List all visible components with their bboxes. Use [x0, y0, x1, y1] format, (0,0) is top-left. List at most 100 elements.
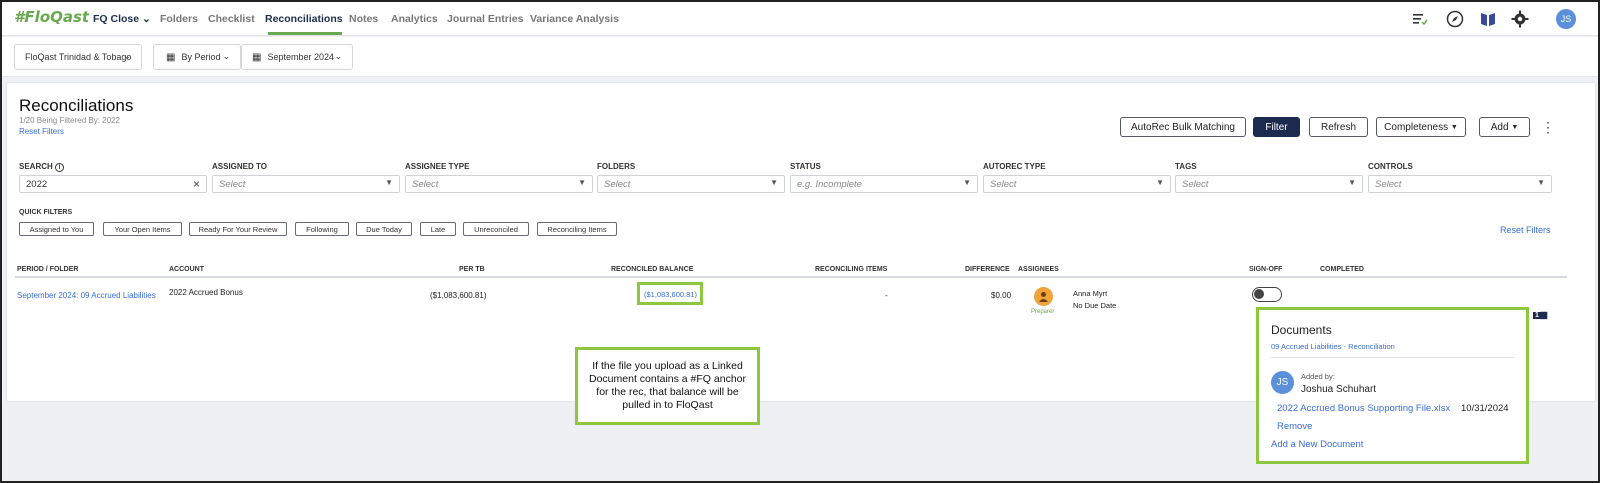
- quick-filter-your-open-items[interactable]: Your Open Items: [103, 222, 182, 236]
- col-reconciling-items[interactable]: Reconciling Items: [815, 266, 887, 273]
- top-nav: #FloQast FQ Close ⌄ Folders Checklist Re…: [2, 2, 1598, 36]
- add-new-document-link[interactable]: Add a New Document: [1271, 439, 1363, 450]
- status-select[interactable]: e.g. Incomplete ▼: [790, 175, 978, 193]
- quick-filters-label: Quick Filters: [19, 209, 73, 216]
- more-options-icon[interactable]: ⋮: [1541, 119, 1555, 136]
- add-dropdown[interactable]: Add ▼: [1479, 117, 1530, 137]
- nav-checklist[interactable]: Checklist: [208, 13, 255, 25]
- remove-document-link[interactable]: Remove: [1277, 421, 1312, 432]
- reset-filters-right-link[interactable]: Reset Filters: [1500, 225, 1551, 235]
- autorec-bulk-matching-button[interactable]: AutoRec Bulk Matching: [1120, 117, 1246, 137]
- compass-icon[interactable]: [1445, 9, 1465, 29]
- documents-title: Documents: [1271, 323, 1332, 337]
- workspace-switcher[interactable]: FQ Close ⌄: [93, 13, 151, 25]
- row-account: 2022 Accrued Bonus: [169, 288, 243, 297]
- quick-filter-due-today[interactable]: Due Today: [356, 222, 412, 236]
- caret-down-icon: ▼: [1511, 123, 1519, 131]
- tasks-icon[interactable]: [1410, 9, 1430, 29]
- documents-subtitle-link[interactable]: 09 Accrued Liabilities - Reconciliation: [1271, 342, 1395, 351]
- annotation-callout: If the file you upload as a Linked Docum…: [575, 347, 760, 425]
- nav-notes[interactable]: Notes: [349, 13, 378, 25]
- caret-down-icon: ▼: [1156, 178, 1164, 187]
- controls-select[interactable]: Select ▼: [1368, 175, 1552, 193]
- document-file-link[interactable]: 2022 Accrued Bonus Supporting File.xlsx: [1277, 403, 1450, 414]
- clear-icon[interactable]: ×: [193, 177, 200, 191]
- add-label: Add: [1490, 121, 1509, 133]
- document-icon[interactable]: 1 ▆: [1533, 310, 1547, 319]
- period-mode-select[interactable]: ▦ By Period ⌄: [153, 44, 241, 70]
- col-reconciled-balance[interactable]: Reconciled Balance: [611, 266, 693, 273]
- uploader-avatar: JS: [1271, 371, 1294, 394]
- chevron-down-icon: ⌄: [334, 51, 342, 61]
- nav-folders[interactable]: Folders: [160, 13, 198, 25]
- col-difference[interactable]: Difference: [965, 266, 1010, 273]
- tags-select[interactable]: Select ▼: [1175, 175, 1363, 193]
- caret-down-icon: ▼: [1450, 123, 1458, 131]
- reset-filters-link[interactable]: Reset Filters: [19, 127, 64, 136]
- callout-text: If the file you upload as a Linked Docum…: [589, 360, 746, 411]
- quick-filter-assigned-to-you[interactable]: Assigned to You: [19, 222, 94, 236]
- entity-value: FloQast Trinidad & Tobago: [25, 52, 132, 62]
- documents-popover: Documents 09 Accrued Liabilities - Recon…: [1256, 307, 1529, 464]
- added-by-name: Joshua Schuhart: [1301, 384, 1377, 395]
- quick-filter-following[interactable]: Following: [295, 222, 349, 236]
- row-per-tb: ($1,083,600.81): [430, 291, 487, 300]
- col-per-tb[interactable]: Per TB: [459, 266, 485, 273]
- controls-label: Controls: [1368, 162, 1413, 171]
- search-input[interactable]: 2022 ×: [19, 175, 207, 193]
- app-frame: #FloQast FQ Close ⌄ Folders Checklist Re…: [0, 0, 1600, 483]
- info-icon[interactable]: i: [55, 163, 65, 172]
- refresh-button[interactable]: Refresh: [1309, 117, 1368, 137]
- assigned-to-placeholder: Select: [219, 178, 246, 190]
- completeness-label: Completeness: [1384, 121, 1449, 133]
- user-avatar[interactable]: JS: [1556, 9, 1576, 29]
- gear-icon[interactable]: [1510, 9, 1530, 29]
- chevron-down-icon: ⌄: [222, 51, 230, 61]
- row-reconciled-balance-link[interactable]: ($1,083,600.81): [644, 290, 697, 299]
- caret-down-icon: ▼: [1348, 178, 1356, 187]
- col-assignees[interactable]: Assignees: [1018, 266, 1059, 273]
- search-label-text: Search: [19, 162, 53, 171]
- page-title: Reconciliations: [19, 96, 134, 115]
- book-icon[interactable]: [1478, 9, 1498, 29]
- row-period-folder-link[interactable]: September 2024: 09 Accrued Liabilities: [17, 291, 156, 300]
- row-reconciling-items: -: [885, 291, 888, 300]
- autorec-type-placeholder: Select: [990, 178, 1017, 190]
- calendar-icon: ▦: [166, 51, 176, 63]
- col-sign-off[interactable]: Sign-Off: [1249, 266, 1282, 273]
- period-select[interactable]: ▦ September 2024 ⌄: [241, 44, 353, 70]
- sign-off-toggle[interactable]: [1252, 287, 1282, 302]
- quick-filter-unreconciled[interactable]: Unreconciled: [463, 222, 529, 236]
- nav-reconciliations[interactable]: Reconciliations: [265, 13, 343, 25]
- quick-filter-reconciling-items[interactable]: Reconciling Items: [537, 222, 617, 236]
- caret-down-icon: ▼: [963, 178, 971, 187]
- preparer-role-label: Preparer: [1031, 309, 1055, 315]
- folders-label: Folders: [597, 162, 636, 171]
- filter-button[interactable]: Filter: [1253, 117, 1300, 137]
- autorec-type-select[interactable]: Select ▼: [983, 175, 1171, 193]
- preparer-avatar[interactable]: [1034, 287, 1053, 306]
- quick-filter-late[interactable]: Late: [420, 222, 456, 236]
- col-period-folder[interactable]: Period / Folder: [17, 266, 78, 273]
- status-placeholder: e.g. Incomplete: [797, 178, 862, 190]
- col-account[interactable]: Account: [169, 266, 204, 273]
- nav-journal-entries[interactable]: Journal Entries: [447, 13, 523, 25]
- completeness-dropdown[interactable]: Completeness ▼: [1376, 117, 1466, 137]
- document-count: 1: [1533, 312, 1541, 319]
- folders-select[interactable]: Select ▼: [597, 175, 785, 193]
- entity-select[interactable]: FloQast Trinidad & Tobago ⌄: [14, 44, 142, 70]
- tags-label: Tags: [1175, 162, 1197, 171]
- nav-analytics[interactable]: Analytics: [391, 13, 438, 25]
- filter-summary: 1/20 Being Filtered By: 2022: [19, 116, 120, 125]
- search-label: Search i: [19, 162, 65, 172]
- assignee-type-select[interactable]: Select ▼: [405, 175, 593, 193]
- chevron-down-icon: ⌄: [123, 51, 131, 61]
- col-completed[interactable]: Completed: [1320, 266, 1364, 273]
- floqast-logo[interactable]: #FloQast: [14, 8, 89, 26]
- chevron-down-icon: ⌄: [142, 13, 151, 25]
- quick-filter-ready-for-review[interactable]: Ready For Your Review: [189, 222, 287, 236]
- assigned-to-select[interactable]: Select ▼: [212, 175, 400, 193]
- nav-variance-analysis[interactable]: Variance Analysis: [530, 13, 619, 25]
- period-mode-value: By Period: [181, 52, 221, 62]
- search-value: 2022: [26, 178, 48, 190]
